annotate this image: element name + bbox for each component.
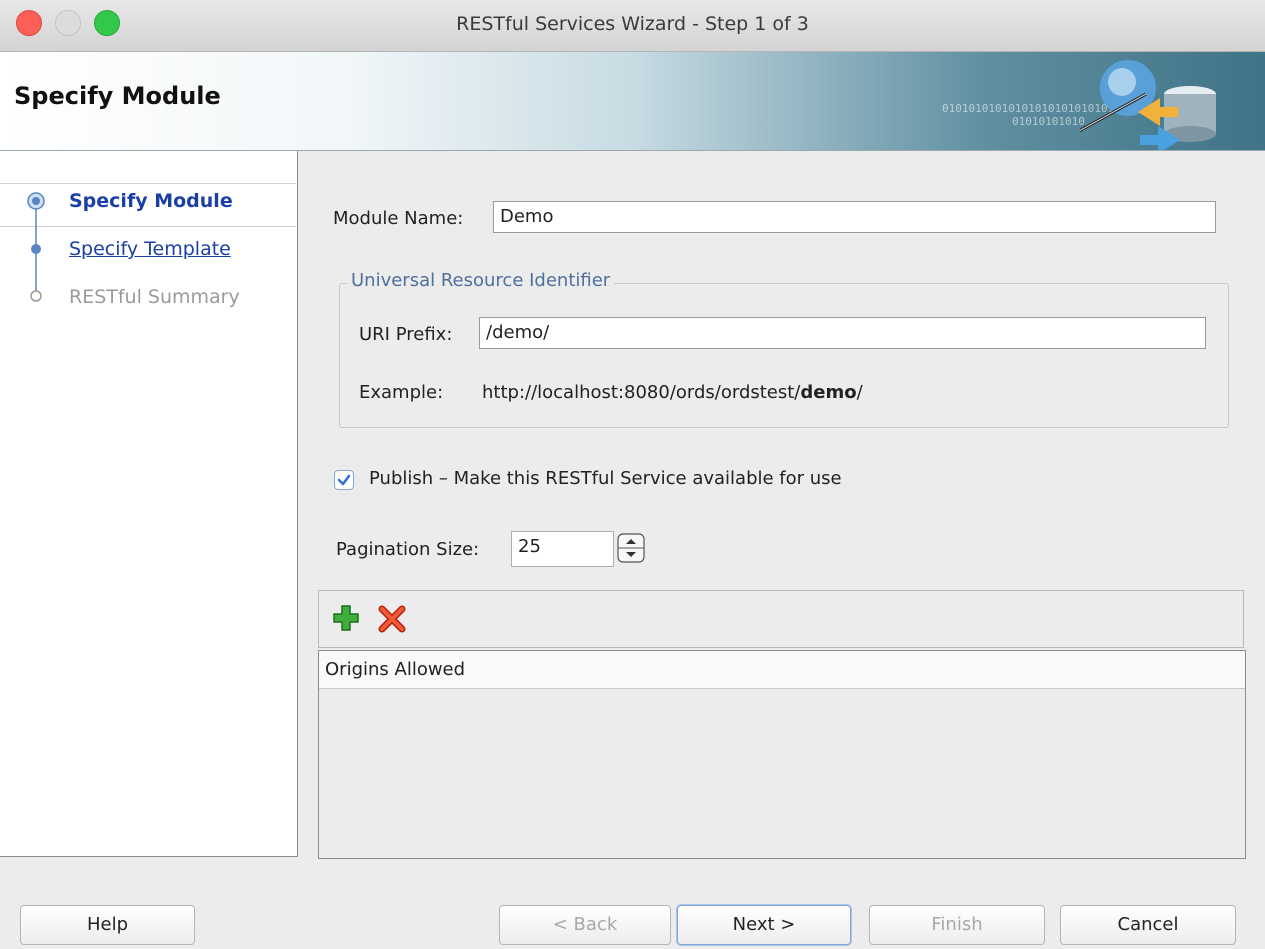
step-node-icon — [31, 244, 41, 254]
uri-prefix-label: URI Prefix: — [359, 324, 453, 345]
pagination-size-label: Pagination Size: — [336, 539, 480, 560]
cancel-button[interactable]: Cancel — [1060, 905, 1236, 945]
window-title: RESTful Services Wizard - Step 1 of 3 — [456, 13, 809, 35]
uri-prefix-input[interactable]: /demo/ — [479, 317, 1206, 349]
delete-icon[interactable] — [377, 604, 407, 634]
spinner-arrows-icon[interactable] — [612, 530, 651, 566]
step-specify-module[interactable]: Specify Module — [69, 190, 233, 212]
pagination-spinner[interactable] — [612, 530, 651, 566]
module-name-label: Module Name: — [333, 208, 464, 229]
origins-column-header-label: Origins Allowed — [325, 659, 466, 680]
example-url-module: demo — [800, 382, 857, 403]
uri-group-box — [339, 283, 1229, 428]
checkmark-icon — [337, 474, 351, 486]
example-label: Example: — [359, 382, 444, 403]
help-button[interactable]: Help — [20, 905, 195, 945]
steps-tree — [27, 192, 45, 302]
origins-column-header[interactable]: Origins Allowed — [319, 651, 1245, 689]
uri-group-title: Universal Resource Identifier — [347, 270, 615, 291]
disabled-step-icon — [30, 290, 42, 302]
example-url-base: http://localhost:8080/ords/ordstest/ — [482, 382, 801, 403]
page-title: Specify Module — [14, 82, 221, 110]
example-url: http://localhost:8080/ords/ordstest/demo… — [482, 382, 863, 403]
publish-checkbox[interactable] — [334, 470, 354, 490]
header-banner: Specify Module 0101010101010101010101010… — [0, 52, 1265, 151]
steps-panel: Specify Module Specify Template RESTful … — [0, 151, 298, 857]
finish-button[interactable]: Finish — [869, 905, 1045, 945]
add-icon[interactable] — [332, 604, 360, 632]
back-button[interactable]: < Back — [499, 905, 671, 945]
step-restful-summary: RESTful Summary — [69, 286, 240, 308]
example-url-suffix: / — [856, 382, 863, 403]
window-title-bar: RESTful Services Wizard - Step 1 of 3 — [0, 0, 1265, 52]
origins-toolbar — [318, 590, 1244, 648]
next-button[interactable]: Next > — [677, 905, 851, 945]
module-name-input[interactable]: Demo — [493, 201, 1216, 233]
rest-services-logo-icon — [1080, 60, 1216, 150]
publish-label[interactable]: Publish – Make this RESTful Service avai… — [369, 468, 842, 489]
pagination-size-input[interactable]: 25 — [511, 531, 614, 567]
step-specify-template[interactable]: Specify Template — [69, 238, 231, 260]
